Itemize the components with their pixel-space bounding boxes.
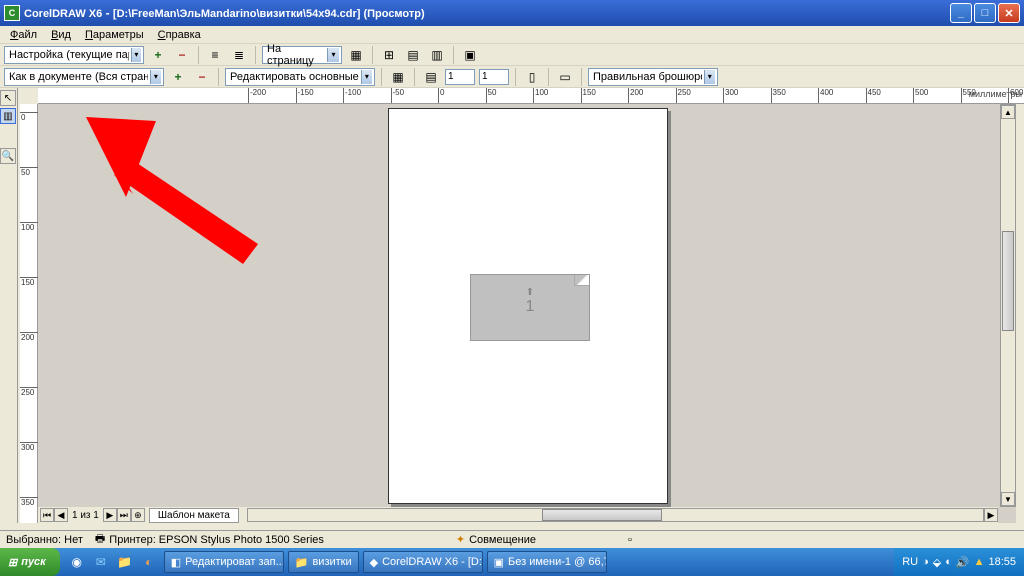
- taskbar: ⊞ пуск ◉ ✉ 📁 ◐ ◧Редактироват зап... 📁виз…: [0, 548, 1024, 576]
- task-icon: ◧: [171, 556, 181, 569]
- ql-icon-3[interactable]: 📁: [114, 551, 136, 573]
- ql-icon-4[interactable]: ◐: [138, 551, 160, 573]
- menu-help[interactable]: Справка: [152, 28, 207, 42]
- quick-launch: ◉ ✉ 📁 ◐: [66, 551, 160, 573]
- tool-btn-4[interactable]: ▥: [427, 45, 447, 65]
- rows-spinner[interactable]: [445, 69, 475, 85]
- page-icon[interactable]: ▯: [522, 67, 542, 87]
- preset-combo[interactable]: Настройка (текущие парамет...▾: [4, 46, 144, 64]
- scroll-up-icon[interactable]: ▲: [1001, 105, 1015, 119]
- app-icon: C: [4, 5, 20, 21]
- add-button[interactable]: +: [148, 45, 168, 65]
- annotation-arrow: [78, 109, 278, 339]
- page-counter: 1 из 1: [68, 510, 103, 521]
- tool-btn-5[interactable]: ▣: [460, 45, 480, 65]
- system-tray: RU ◑ ⬙ ◐ 🔊 ▲ 18:55: [894, 548, 1024, 576]
- tool-dock: ↖ ▥ 🔍: [0, 88, 18, 523]
- workspace: ↖ ▥ 🔍 050100150200250300350 ⬆ 1 ▲ ▼ ⏮ ◀ …: [20, 104, 1016, 523]
- windows-logo-icon: ⊞: [8, 556, 17, 569]
- scroll-down-icon[interactable]: ▼: [1001, 492, 1015, 506]
- horizontal-scrollbar[interactable]: [247, 508, 984, 522]
- menu-bar: Файл Вид Параметры Справка: [0, 26, 1024, 44]
- remove-2-button[interactable]: −: [192, 67, 212, 87]
- toolbar-1: Настройка (текущие парамет...▾ + − ≡ ≣ Н…: [0, 44, 1024, 66]
- first-page-button[interactable]: ⏮: [40, 508, 54, 522]
- tool-btn-2[interactable]: ⊞: [379, 45, 399, 65]
- printer-status: 🖶 Принтер: EPSON Stylus Photo 1500 Serie…: [95, 530, 324, 549]
- tray-icon-1[interactable]: ◑: [922, 556, 929, 568]
- menu-params[interactable]: Параметры: [79, 28, 150, 42]
- start-button[interactable]: ⊞ пуск: [0, 548, 60, 576]
- last-page-button[interactable]: ⏭: [117, 508, 131, 522]
- ruler-vertical: 050100150200250300350: [20, 104, 38, 523]
- ruler-horizontal: миллиметры -200-150-100-5005010015020025…: [38, 88, 1024, 104]
- menu-view[interactable]: Вид: [45, 28, 77, 42]
- page-navigator: ⏮ ◀ 1 из 1 ▶ ⏭ ⊕ Шаблон макета ▶: [38, 507, 998, 523]
- task-2[interactable]: 📁визитки: [288, 551, 359, 573]
- align-left-icon[interactable]: ≡: [205, 45, 225, 65]
- next-page-button[interactable]: ▶: [103, 508, 117, 522]
- toolbar-2: Как в документе (Вся страница)▾ + − Реда…: [0, 66, 1024, 88]
- edit-base-combo[interactable]: Редактировать основные пар▾: [225, 68, 375, 86]
- tray-icon-4[interactable]: 🔊: [956, 556, 970, 569]
- remove-button[interactable]: −: [172, 45, 192, 65]
- corel-icon: ◆: [370, 556, 378, 569]
- minimize-button[interactable]: _: [950, 3, 972, 23]
- doc-preset-combo[interactable]: Как в документе (Вся страница)▾: [4, 68, 164, 86]
- tray-icon-5[interactable]: ▲: [974, 556, 985, 568]
- card-number: 1: [471, 298, 589, 316]
- zoom-tool-icon[interactable]: 🔍: [0, 148, 16, 164]
- layout-icon[interactable]: ▦: [388, 67, 408, 87]
- cols-spinner[interactable]: [479, 69, 509, 85]
- ql-icon-2[interactable]: ✉: [90, 551, 112, 573]
- page-tab[interactable]: Шаблон макета: [149, 508, 239, 523]
- menu-file[interactable]: Файл: [4, 28, 43, 42]
- hint-icon: ✦: [456, 533, 465, 546]
- tool-btn-3[interactable]: ▤: [403, 45, 423, 65]
- imposition-tool-icon[interactable]: ▥: [0, 108, 16, 124]
- tray-icon-3[interactable]: ◐: [945, 556, 952, 568]
- up-arrow-icon: ⬆: [471, 287, 589, 298]
- task-3[interactable]: ◆CorelDRAW X6 - [D:\...: [363, 551, 483, 573]
- status-bar: Выбранно: Нет 🖶 Принтер: EPSON Stylus Ph…: [0, 530, 1024, 548]
- close-button[interactable]: ✕: [998, 3, 1020, 23]
- align-center-icon[interactable]: ≣: [229, 45, 249, 65]
- booklet-combo[interactable]: Правильная брошюровк▾: [588, 68, 718, 86]
- prev-page-button[interactable]: ◀: [54, 508, 68, 522]
- pick-tool-icon[interactable]: ↖: [0, 90, 16, 106]
- clock[interactable]: 18:55: [988, 556, 1016, 568]
- ql-icon-1[interactable]: ◉: [66, 551, 88, 573]
- printer-icon: 🖶: [95, 530, 105, 549]
- ps-icon: ▣: [494, 556, 504, 569]
- canvas[interactable]: ⬆ 1 ▲ ▼ ⏮ ◀ 1 из 1 ▶ ⏭ ⊕ Шаблон макета ▶: [38, 104, 1016, 523]
- vertical-scrollbar[interactable]: ▲ ▼: [1000, 104, 1016, 507]
- tool-btn-1[interactable]: ▦: [346, 45, 366, 65]
- task-1[interactable]: ◧Редактироват зап...: [164, 551, 284, 573]
- tray-icon-2[interactable]: ⬙: [933, 556, 941, 569]
- folder-icon: 📁: [295, 556, 309, 569]
- marker-icon: ▫: [628, 534, 632, 546]
- card-placeholder[interactable]: ⬆ 1: [470, 274, 590, 341]
- maximize-button[interactable]: □: [974, 3, 996, 23]
- scroll-right-icon[interactable]: ▶: [984, 508, 998, 522]
- window-title: CorelDRAW X6 - [D:\FreeMan\ЭльMandarino\…: [24, 6, 950, 20]
- fit-combo[interactable]: На страницу▾: [262, 46, 342, 64]
- spread-icon[interactable]: ▭: [555, 67, 575, 87]
- add-page-button[interactable]: ⊕: [131, 508, 145, 522]
- add-2-button[interactable]: +: [168, 67, 188, 87]
- window-titlebar: C CorelDRAW X6 - [D:\FreeMan\ЭльMandarin…: [0, 0, 1024, 26]
- task-4[interactable]: ▣Без имени-1 @ 66,7...: [487, 551, 607, 573]
- grid-icon[interactable]: ▤: [421, 67, 441, 87]
- hint-status: ✦ Совмещение: [456, 533, 536, 546]
- lang-indicator[interactable]: RU: [902, 556, 918, 568]
- selection-status: Выбранно: Нет: [6, 534, 83, 546]
